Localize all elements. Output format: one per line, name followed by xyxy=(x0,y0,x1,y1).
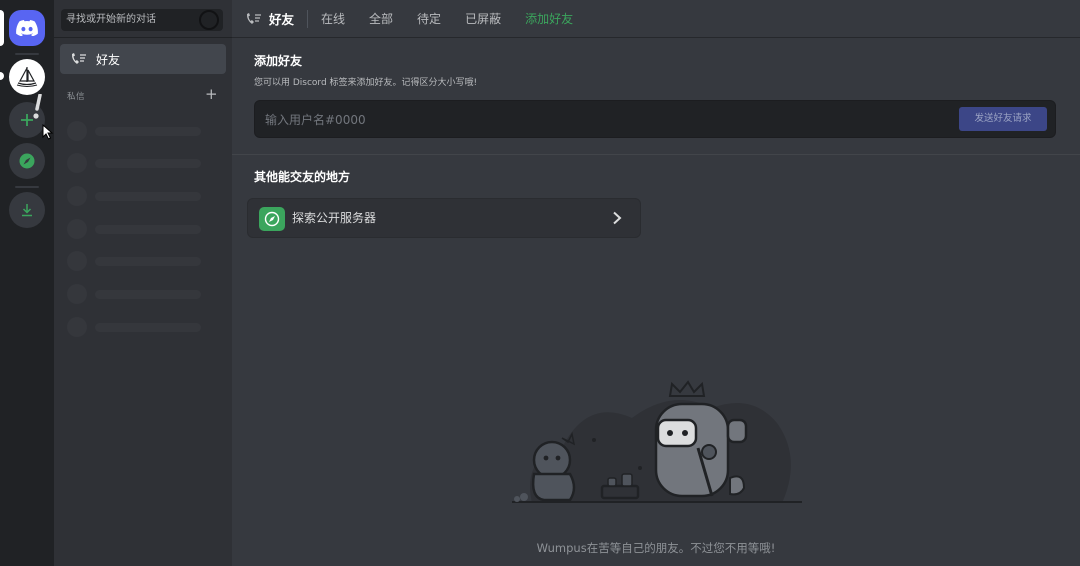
tab-blocked[interactable]: 已屏蔽 xyxy=(465,10,501,27)
friends-title: 好友 xyxy=(245,9,294,28)
friends-phone-icon xyxy=(71,53,86,64)
topbar-divider xyxy=(307,9,309,28)
dm-skeleton-row xyxy=(67,121,207,141)
home-button[interactable] xyxy=(9,10,45,46)
loading-spinner-icon xyxy=(199,10,219,30)
mouse-pointer-icon xyxy=(42,124,54,140)
search-bar: 寻找或开始新的对话 xyxy=(54,0,232,38)
page-title: 好友 xyxy=(269,12,295,27)
tab-pending[interactable]: 待定 xyxy=(417,10,441,27)
notification-exclamation-icon xyxy=(33,94,42,119)
send-friend-request-button[interactable]: 发送好友请求 xyxy=(959,107,1047,131)
dm-header: 私信 + xyxy=(54,85,232,104)
tab-online[interactable]: 在线 xyxy=(321,10,345,27)
dm-skeleton-row xyxy=(67,153,207,173)
sidebar-item-label: 好友 xyxy=(96,52,121,67)
compass-icon xyxy=(19,153,35,169)
rail-separator xyxy=(15,53,39,55)
explore-icon-tile xyxy=(259,207,285,231)
rail-separator xyxy=(15,186,39,188)
add-friend-title: 添加好友 xyxy=(254,54,303,68)
explore-servers-button[interactable] xyxy=(9,143,45,179)
add-friend-form: 输入用户名#0000 发送好友请求 xyxy=(254,100,1056,138)
dm-sidebar: 寻找或开始新的对话 好友 私信 + xyxy=(54,0,232,566)
discord-logo-icon xyxy=(16,20,38,36)
dm-skeleton-row xyxy=(67,251,207,271)
server-icon-sailboat[interactable] xyxy=(9,59,45,95)
add-friend-header: 添加好友 您可以用 Discord 标签来添加好友。记得区分大小写哦! xyxy=(254,52,477,88)
add-friend-description: 您可以用 Discord 标签来添加好友。记得区分大小写哦! xyxy=(254,78,478,88)
wumpus-waiting-illustration xyxy=(512,380,802,503)
section-divider xyxy=(232,154,1080,155)
explore-label: 探索公开服务器 xyxy=(292,211,377,225)
create-dm-button[interactable]: + xyxy=(205,85,218,103)
download-apps-button[interactable] xyxy=(9,192,45,228)
compass-icon xyxy=(264,211,280,227)
server-rail xyxy=(0,0,54,566)
username-input[interactable]: 输入用户名#0000 xyxy=(265,101,366,139)
search-input[interactable]: 寻找或开始新的对话 xyxy=(61,9,223,31)
dm-skeleton-row xyxy=(67,284,207,304)
friends-main-panel: 好友 在线 全部 待定 已屏蔽 添加好友 添加好友 您可以用 Discord 标… xyxy=(232,0,1080,566)
other-places-title: 其他能交友的地方 xyxy=(254,170,351,184)
sailboat-icon xyxy=(16,67,38,87)
dm-section-title: 私信 xyxy=(67,92,86,102)
explore-public-servers-card[interactable]: 探索公开服务器 xyxy=(247,198,641,238)
empty-state-text: Wumpus在苦等自己的朋友。不过您不用等哦! xyxy=(536,541,776,555)
friends-top-bar: 好友 在线 全部 待定 已屏蔽 添加好友 xyxy=(232,0,1080,38)
dm-skeleton-row xyxy=(67,186,207,206)
dm-skeleton-row xyxy=(67,219,207,239)
tab-all[interactable]: 全部 xyxy=(369,10,393,27)
download-icon xyxy=(22,204,32,217)
sidebar-item-friends[interactable]: 好友 xyxy=(60,44,226,74)
rail-selected-indicator xyxy=(0,10,4,46)
search-placeholder: 寻找或开始新的对话 xyxy=(66,14,156,25)
dm-skeleton-row xyxy=(67,317,207,337)
chevron-right-icon xyxy=(613,211,622,225)
server-unread-indicator xyxy=(0,72,4,80)
tab-add-friend[interactable]: 添加好友 xyxy=(525,10,573,27)
friends-phone-icon xyxy=(246,12,261,24)
